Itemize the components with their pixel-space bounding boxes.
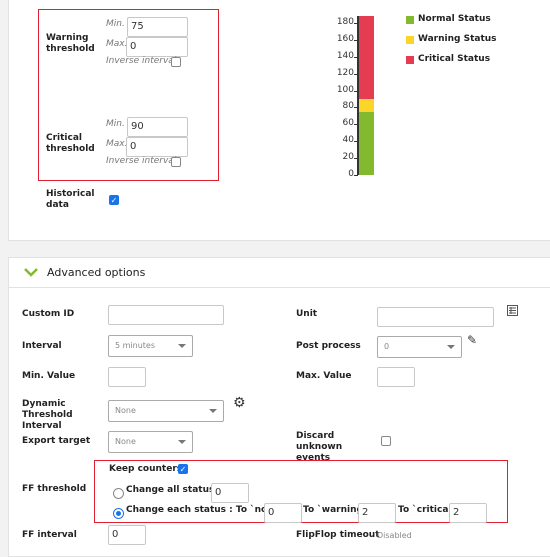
historical-data-checkbox[interactable]: ✓ (109, 195, 119, 205)
critical-max-input[interactable]: 0 (126, 137, 188, 157)
y-tick-label: 100 (336, 84, 354, 95)
y-tick-label: 140 (336, 50, 354, 61)
min-value-input[interactable] (108, 367, 146, 387)
legend-label: Normal Status (418, 14, 491, 24)
y-tick-mark (354, 39, 358, 41)
y-tick-label: 120 (336, 67, 354, 78)
interval-select[interactable]: 5 minutes (108, 335, 193, 357)
export-target-value: None (115, 437, 136, 446)
y-tick-mark (354, 22, 358, 24)
y-tick-label: 180 (336, 16, 354, 27)
advanced-options-panel: Advanced options Custom ID Unit Interval… (8, 257, 550, 557)
y-tick-mark (354, 90, 358, 92)
export-target-select[interactable]: None (108, 431, 193, 453)
change-all-radio[interactable] (113, 488, 124, 499)
custom-id-label: Custom ID (22, 309, 75, 319)
dropdown-caret-icon (178, 440, 186, 444)
interval-label: Interval (22, 341, 62, 351)
warning-max-input[interactable]: 0 (126, 37, 188, 57)
critical-inverse-checkbox[interactable] (171, 157, 181, 167)
legend-swatch (406, 36, 414, 44)
dynamic-threshold-label: Dynamic Threshold Interval (22, 399, 73, 431)
critical-max-label: Max. (106, 139, 128, 149)
y-tick-label: 0 (348, 169, 354, 179)
bar-segment-critical-status (359, 16, 374, 99)
y-tick-mark (354, 175, 358, 176)
dynamic-threshold-select[interactable]: None (108, 400, 224, 422)
y-tick-label: 160 (336, 33, 354, 44)
legend-label: Critical Status (418, 54, 491, 64)
historical-data-label: Historical data (46, 189, 95, 210)
y-tick-mark (354, 158, 358, 160)
max-value-label: Max. Value (296, 371, 352, 381)
critical-inverse-label: Inverse interval (106, 156, 177, 166)
warning-threshold-label: Warning threshold (46, 33, 95, 54)
pencil-icon[interactable]: ✎ (467, 333, 477, 347)
unit-input[interactable] (377, 307, 494, 327)
warning-inverse-checkbox[interactable] (171, 57, 181, 67)
ff-interval-input[interactable]: 0 (108, 525, 146, 545)
thresholds-panel: Warning threshold Min. 75 Max. 0 Inverse… (8, 0, 550, 241)
chevron-down-icon (24, 268, 38, 277)
max-value-input[interactable] (377, 367, 415, 387)
change-all-input[interactable]: 0 (211, 483, 249, 503)
gear-icon[interactable]: ⚙ (233, 395, 246, 411)
y-tick-label: 80 (342, 101, 354, 112)
discard-unknown-checkbox[interactable] (381, 436, 391, 446)
ff-interval-label: FF interval (22, 530, 77, 540)
y-tick-mark (354, 73, 358, 75)
y-tick-mark (354, 124, 358, 126)
flipflop-timeout-value: Disabled (377, 531, 412, 540)
dropdown-caret-icon (209, 409, 217, 413)
advanced-options-title: Advanced options (47, 266, 146, 279)
keep-counters-checkbox[interactable]: ✓ (178, 464, 188, 474)
warning-min-input[interactable]: 75 (127, 17, 188, 37)
ff-threshold-label: FF threshold (22, 484, 87, 494)
critical-threshold-label: Critical threshold (46, 133, 95, 154)
dropdown-caret-icon (447, 345, 455, 349)
bar-segment-normal-status (359, 111, 374, 175)
legend-swatch (406, 16, 414, 24)
keep-counters-label: Keep counters (109, 464, 183, 474)
dropdown-caret-icon (178, 344, 186, 348)
to-warning-input[interactable]: 2 (358, 503, 396, 523)
to-normal-input[interactable]: 0 (264, 503, 302, 523)
advanced-options-header[interactable]: Advanced options (9, 258, 550, 288)
change-each-radio[interactable] (113, 508, 124, 519)
warning-inverse-label: Inverse interval (106, 56, 177, 66)
y-tick-label: 20 (342, 152, 354, 163)
post-process-label: Post process (296, 341, 361, 351)
to-critical-input[interactable]: 2 (449, 503, 487, 523)
flipflop-timeout-label: FlipFlop timeout (296, 530, 380, 540)
interval-value: 5 minutes (115, 341, 156, 350)
post-process-select[interactable]: 0 (377, 336, 462, 358)
dynamic-threshold-value: None (115, 406, 136, 415)
unit-label: Unit (296, 309, 318, 319)
min-value-label: Min. Value (22, 371, 76, 381)
y-tick-mark (354, 107, 358, 109)
warning-max-label: Max. (106, 39, 128, 49)
post-process-value: 0 (384, 342, 390, 351)
warning-min-label: Min. (106, 19, 125, 29)
y-tick-mark (354, 56, 358, 58)
y-tick-label: 60 (342, 118, 354, 129)
custom-id-input[interactable] (108, 305, 224, 325)
critical-min-input[interactable]: 90 (127, 117, 188, 137)
legend-label: Warning Status (418, 34, 497, 44)
y-tick-mark (354, 141, 358, 143)
export-target-label: Export target (22, 436, 91, 446)
y-tick-label: 40 (342, 135, 354, 146)
bar-segment-warning-status (359, 98, 374, 112)
critical-min-label: Min. (106, 119, 125, 129)
to-critical-label: To `critical` (398, 505, 456, 515)
legend-swatch (406, 56, 414, 64)
table-icon[interactable] (507, 305, 518, 316)
